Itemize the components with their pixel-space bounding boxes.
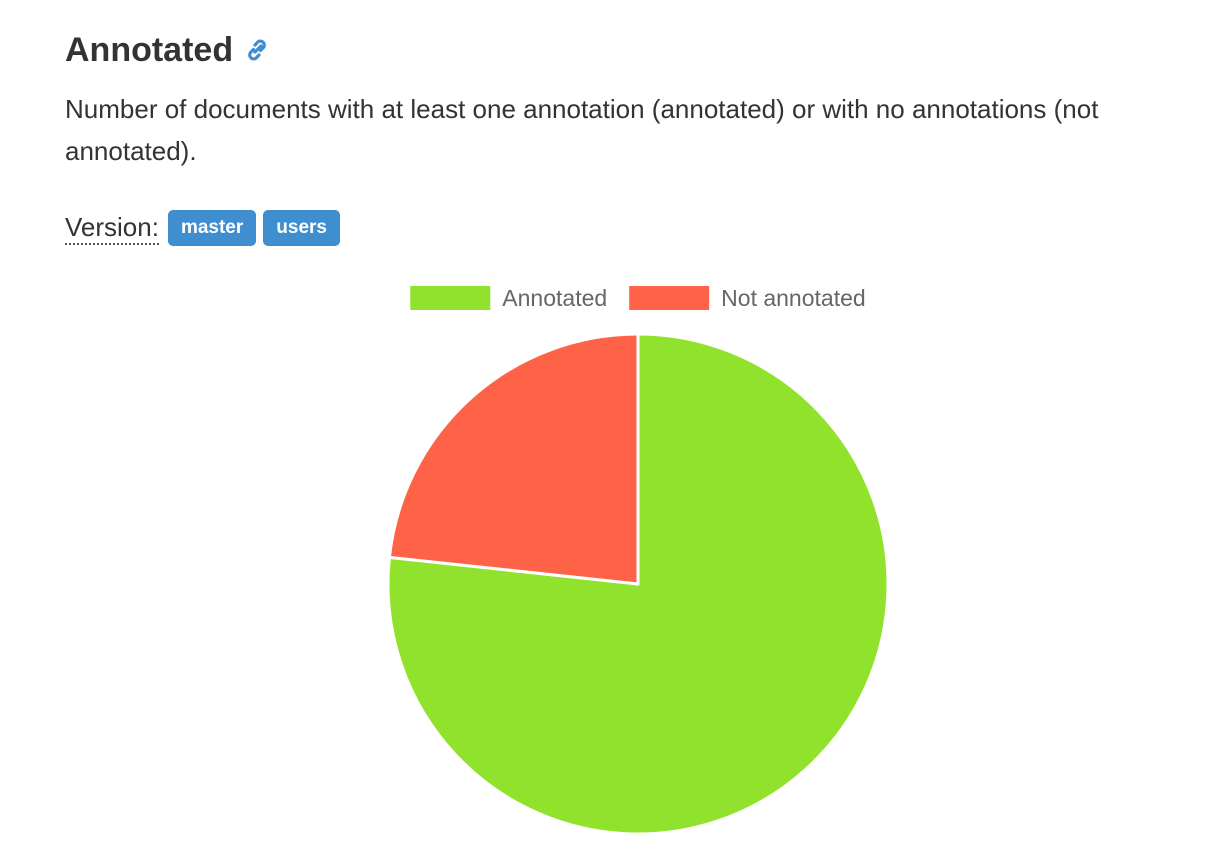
chart-legend: Annotated Not annotated — [410, 285, 866, 311]
legend-swatch-annotated[interactable] — [410, 286, 491, 310]
legend-label-annotated[interactable]: Annotated — [502, 285, 607, 311]
legend-swatch-not-annotated[interactable] — [629, 286, 710, 310]
pie-chart: Annotated Not annotated — [386, 285, 890, 836]
pie-slices — [386, 332, 890, 836]
legend-label-not-annotated[interactable]: Not annotated — [721, 285, 866, 311]
pie-slice-not-annotated[interactable] — [387, 332, 640, 586]
